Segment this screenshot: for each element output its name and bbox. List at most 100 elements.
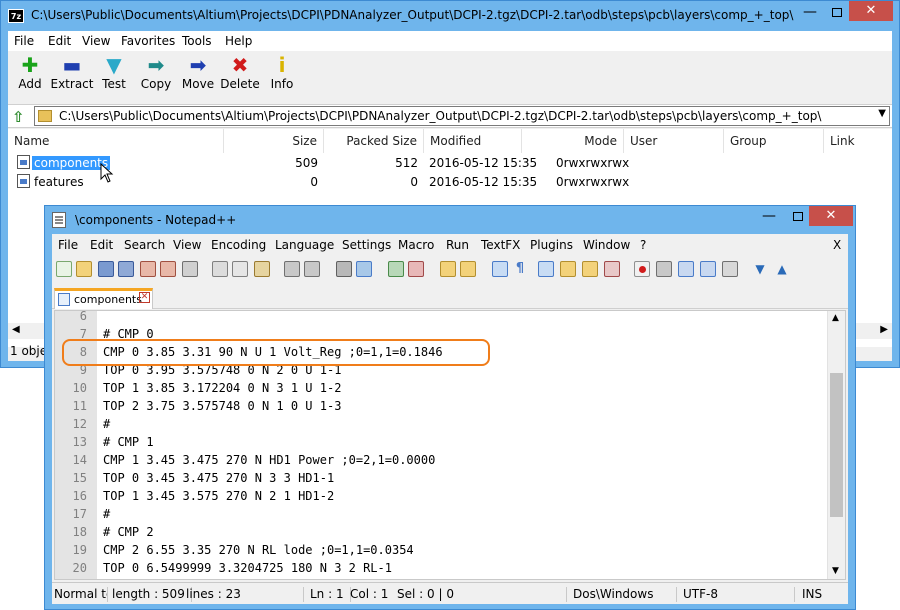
menu-run[interactable]: Run [446,238,469,252]
language-icon[interactable] [560,261,576,277]
copy-icon[interactable] [232,261,248,277]
expand-icon[interactable]: ▲ [774,261,790,277]
copy-button[interactable]: ➡ Copy [134,54,178,98]
minimize-button[interactable]: — [796,3,824,23]
notepad-title-bar[interactable]: \components - Notepad++ — ✕ [45,206,855,234]
menu-macro[interactable]: Macro [398,238,434,252]
file-name[interactable]: components [32,156,111,170]
record-macro-icon[interactable] [634,261,650,277]
find-icon[interactable] [336,261,352,277]
word-wrap-icon[interactable] [492,261,508,277]
delete-button[interactable]: ✖ Delete [218,54,262,98]
close-button[interactable]: ✕ [809,206,853,226]
sync-horizontal-icon[interactable] [460,261,476,277]
code-line[interactable]: 19 CMP 2 6.55 3.35 270 N RL lode ;0=1,1=0… [55,541,825,559]
function-list-icon[interactable] [604,261,620,277]
close-button[interactable]: ✕ [849,1,893,21]
stop-macro-icon[interactable] [656,261,672,277]
document-map-icon[interactable] [582,261,598,277]
menu-edit[interactable]: Edit [90,238,113,252]
play-macro-icon[interactable] [678,261,694,277]
scroll-up-icon[interactable]: ▲ [832,313,839,323]
code-line[interactable]: 11 TOP 2 3.75 3.575748 0 N 1 0 U 1-3 [55,397,825,415]
menu-help[interactable]: ? [640,238,646,252]
move-button[interactable]: ➡ Move [176,54,220,98]
menu-textfx[interactable]: TextFX [481,238,520,252]
redo-icon[interactable] [304,261,320,277]
menu-file[interactable]: File [14,34,34,48]
sync-vertical-icon[interactable] [440,261,456,277]
menu-settings[interactable]: Settings [342,238,391,252]
zoom-out-icon[interactable] [408,261,424,277]
maximize-button[interactable] [824,3,850,23]
paste-icon[interactable] [254,261,270,277]
close-document-button[interactable]: X [833,238,841,252]
code-line[interactable]: 6 [55,311,825,325]
run-macro-multiple-icon[interactable] [700,261,716,277]
chevron-down-icon[interactable]: ▼ [878,108,886,119]
column-header-group[interactable]: Group [724,129,824,153]
info-button[interactable]: i Info [260,54,304,98]
zoom-in-icon[interactable] [388,261,404,277]
column-header-mode[interactable]: Mode [522,129,624,153]
indent-guide-icon[interactable] [538,261,554,277]
menu-view[interactable]: View [82,34,110,48]
notepad-window-title: \components - Notepad++ [75,213,237,227]
up-folder-icon[interactable]: ⇧ [12,108,25,126]
print-icon[interactable] [182,261,198,277]
extract-button[interactable]: ▬ Extract [50,54,94,98]
scroll-right-icon[interactable]: ▶ [880,324,888,335]
menu-encoding[interactable]: Encoding [211,238,266,252]
code-line[interactable]: 20 TOP 0 6.5499999 3.3204725 180 N 3 2 RL… [55,559,825,577]
close-file-icon[interactable] [140,261,156,277]
code-line[interactable]: 12 # [55,415,825,433]
tab-close-icon[interactable]: ✕ [139,292,150,303]
vertical-scrollbar[interactable]: ▲ ▼ [827,311,845,579]
code-line[interactable]: 10 TOP 1 3.85 3.172204 0 N 3 1 U 1-2 [55,379,825,397]
menu-view[interactable]: View [173,238,201,252]
test-button[interactable]: ▼ Test [92,54,136,98]
maximize-button[interactable] [785,208,811,228]
code-line[interactable]: 14 CMP 1 3.45 3.475 270 N HD1 Power ;0=2,… [55,451,825,469]
cut-icon[interactable] [212,261,228,277]
undo-icon[interactable] [284,261,300,277]
file-name[interactable]: features [34,175,84,189]
save-macro-icon[interactable] [722,261,738,277]
code-line[interactable]: 13 # CMP 1 [55,433,825,451]
code-line[interactable]: 18 # CMP 2 [55,523,825,541]
menu-language[interactable]: Language [275,238,334,252]
column-header-link[interactable]: Link [824,129,892,153]
column-header-user[interactable]: User [624,129,724,153]
code-line[interactable]: 16 TOP 1 3.45 3.575 270 N 2 1 HD1-2 [55,487,825,505]
scroll-left-icon[interactable]: ◀ [12,324,20,335]
save-icon[interactable] [98,261,114,277]
menu-help[interactable]: Help [225,34,252,48]
menu-favorites[interactable]: Favorites [121,34,175,48]
show-all-chars-icon[interactable]: ¶ [512,261,528,277]
scroll-thumb[interactable] [830,373,843,517]
minimize-button[interactable]: — [755,208,783,228]
code-line[interactable]: 15 TOP 0 3.45 3.475 270 N 3 3 HD1-1 [55,469,825,487]
column-header-packed-size[interactable]: Packed Size [324,129,424,153]
menu-file[interactable]: File [58,238,78,252]
collapse-icon[interactable]: ▼ [752,261,768,277]
menu-edit[interactable]: Edit [48,34,71,48]
open-file-icon[interactable] [76,261,92,277]
menu-window[interactable]: Window [583,238,630,252]
column-header-name[interactable]: Name [8,129,224,153]
sevenzip-title-bar[interactable]: 7z C:\Users\Public\Documents\Altium\Proj… [1,1,899,31]
save-all-icon[interactable] [118,261,134,277]
close-all-icon[interactable] [160,261,176,277]
new-file-icon[interactable] [56,261,72,277]
code-line[interactable]: 17 # [55,505,825,523]
menu-plugins[interactable]: Plugins [530,238,573,252]
scroll-down-icon[interactable]: ▼ [832,566,839,576]
menu-search[interactable]: Search [124,238,165,252]
column-header-modified[interactable]: Modified [424,129,522,153]
column-header-size[interactable]: Size [224,129,324,153]
replace-icon[interactable] [356,261,372,277]
address-input[interactable]: C:\Users\Public\Documents\Altium\Project… [34,106,890,126]
add-button[interactable]: ✚ Add [8,54,52,98]
menu-tools[interactable]: Tools [182,34,212,48]
tab-components[interactable]: components ✕ [54,288,153,309]
